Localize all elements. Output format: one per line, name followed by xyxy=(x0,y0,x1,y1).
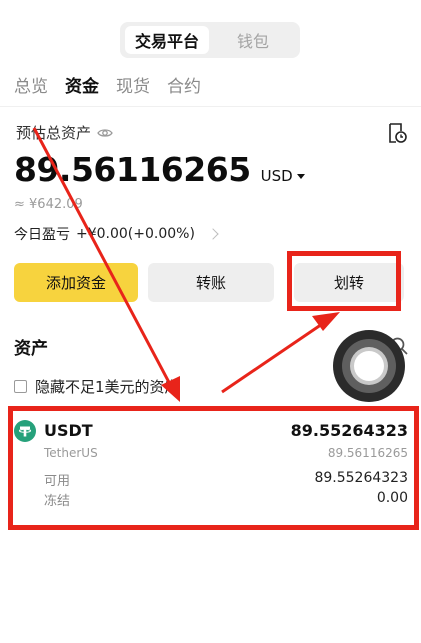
tab-spot[interactable]: 现货 xyxy=(116,72,150,97)
estimated-total-label: 预估总资产 xyxy=(16,124,92,142)
eye-icon[interactable] xyxy=(97,125,113,141)
chevron-right-icon xyxy=(207,228,219,240)
tab-funds[interactable]: 资金 xyxy=(65,72,99,97)
segment-wallet[interactable]: 钱包 xyxy=(211,26,295,54)
arrow-line-2 xyxy=(221,318,329,394)
hide-small-checkbox[interactable] xyxy=(14,380,27,393)
cny-equivalent: ≈ ¥642.09 xyxy=(14,197,83,212)
transfer-button[interactable]: 转账 xyxy=(148,263,274,302)
tab-futures[interactable]: 合约 xyxy=(167,72,201,97)
annotation-box-asset xyxy=(8,406,419,530)
balance-row: 89.56116265 USD xyxy=(14,150,305,189)
pnl-value: +¥0.00(+0.00%) xyxy=(76,226,195,242)
hide-small-label: 隐藏不足1美元的资产 xyxy=(35,378,180,396)
segment-exchange[interactable]: 交易平台 xyxy=(125,26,209,54)
assistive-touch-icon[interactable] xyxy=(333,330,405,402)
tab-bar: 总览 资金 现货 合约 xyxy=(14,72,201,97)
assets-title: 资产 xyxy=(14,339,48,359)
divider xyxy=(0,106,421,107)
caret-down-icon xyxy=(296,173,305,179)
total-balance: 89.56116265 xyxy=(14,150,251,189)
currency-selector[interactable]: USD xyxy=(261,167,305,185)
pnl-label: 今日盈亏 xyxy=(14,227,70,243)
estimated-total-row: 预估总资产 xyxy=(16,122,113,143)
arrow-head-2 xyxy=(312,312,340,331)
currency-label: USD xyxy=(260,167,293,185)
annotation-box-transfer xyxy=(287,251,401,311)
add-funds-button[interactable]: 添加资金 xyxy=(14,263,138,302)
history-icon[interactable] xyxy=(386,122,408,144)
today-pnl-row[interactable]: 今日盈亏 +¥0.00(+0.00%) xyxy=(14,224,219,244)
platform-switch: 交易平台 钱包 xyxy=(120,22,300,58)
tab-overview[interactable]: 总览 xyxy=(14,72,48,97)
hide-small-assets-row[interactable]: 隐藏不足1美元的资产 xyxy=(14,376,180,397)
